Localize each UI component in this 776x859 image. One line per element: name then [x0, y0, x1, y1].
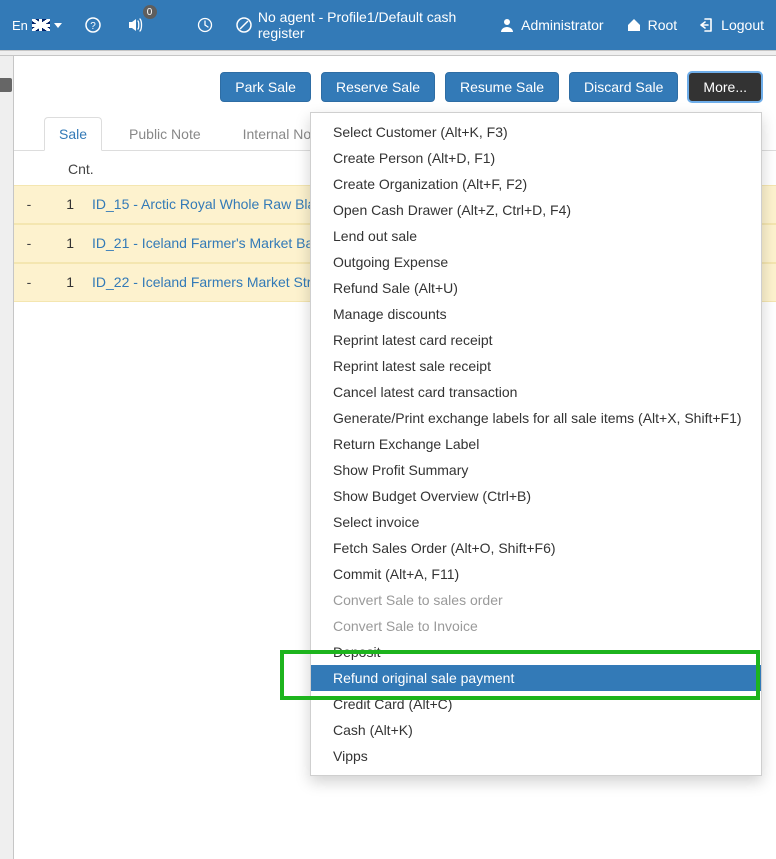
- menu-item[interactable]: Select invoice: [311, 509, 761, 535]
- language-selector[interactable]: En: [12, 18, 62, 33]
- history-icon: [197, 17, 213, 33]
- reserve-sale-button[interactable]: Reserve Sale: [321, 72, 435, 102]
- logout-label: Logout: [721, 17, 764, 33]
- menu-item: Convert Sale to Invoice: [311, 613, 761, 639]
- no-agent-icon: [236, 17, 252, 33]
- home-icon: [626, 17, 642, 33]
- menu-item[interactable]: Fetch Sales Order (Alt+O, Shift+F6): [311, 535, 761, 561]
- left-gutter: [0, 56, 14, 859]
- root-label: Root: [648, 17, 678, 33]
- menu-item[interactable]: Reprint latest card receipt: [311, 327, 761, 353]
- menu-item[interactable]: Select Customer (Alt+K, F3): [311, 119, 761, 145]
- user-icon: [499, 17, 515, 33]
- menu-item[interactable]: Lend out sale: [311, 223, 761, 249]
- menu-item[interactable]: Cancel latest card transaction: [311, 379, 761, 405]
- help-button[interactable]: ?: [80, 11, 105, 39]
- menu-item[interactable]: Manage discounts: [311, 301, 761, 327]
- history-button[interactable]: [193, 11, 218, 39]
- menu-item[interactable]: Create Person (Alt+D, F1): [311, 145, 761, 171]
- menu-item[interactable]: Credit Card (Alt+C): [311, 691, 761, 717]
- row-dash[interactable]: -: [20, 235, 38, 251]
- park-sale-button[interactable]: Park Sale: [220, 72, 311, 102]
- topbar-right: Administrator Root Logout: [499, 17, 764, 33]
- row-cnt: 1: [38, 196, 92, 212]
- language-label: En: [12, 18, 28, 33]
- tab-sale[interactable]: Sale: [44, 117, 102, 151]
- chevron-down-icon: [54, 23, 62, 28]
- more-button[interactable]: More...: [688, 72, 762, 102]
- logout-icon: [699, 17, 715, 33]
- discard-sale-button[interactable]: Discard Sale: [569, 72, 678, 102]
- menu-item[interactable]: Reprint latest sale receipt: [311, 353, 761, 379]
- tab-public-note[interactable]: Public Note: [114, 117, 216, 151]
- menu-item[interactable]: Refund Sale (Alt+U): [311, 275, 761, 301]
- menu-item[interactable]: Return Exchange Label: [311, 431, 761, 457]
- uk-flag-icon: [32, 19, 50, 31]
- root-link[interactable]: Root: [626, 17, 678, 33]
- menu-item[interactable]: Generate/Print exchange labels for all s…: [311, 405, 761, 431]
- more-dropdown: Select Customer (Alt+K, F3)Create Person…: [310, 112, 762, 776]
- menu-item[interactable]: Cash (Alt+K): [311, 717, 761, 743]
- menu-item[interactable]: Refund original sale payment: [311, 665, 761, 691]
- sound-button[interactable]: 0: [123, 11, 148, 39]
- gutter-handle[interactable]: [0, 78, 12, 92]
- menu-item[interactable]: Open Cash Drawer (Alt+Z, Ctrl+D, F4): [311, 197, 761, 223]
- user-menu[interactable]: Administrator: [499, 17, 603, 33]
- topbar: En ? 0 No agent - Profile1/Default cash …: [0, 0, 776, 50]
- agent-text: No agent - Profile1/Default cash registe…: [258, 9, 481, 41]
- menu-item: Convert Sale to sales order: [311, 587, 761, 613]
- action-row: Park Sale Reserve Sale Resume Sale Disca…: [14, 72, 776, 116]
- speaker-icon: [127, 16, 145, 34]
- menu-item[interactable]: Outgoing Expense: [311, 249, 761, 275]
- agent-info[interactable]: No agent - Profile1/Default cash registe…: [236, 9, 481, 41]
- logout-link[interactable]: Logout: [699, 17, 764, 33]
- row-cnt: 1: [38, 274, 92, 290]
- svg-text:?: ?: [90, 21, 96, 32]
- help-icon: ?: [85, 17, 101, 33]
- row-dash[interactable]: -: [20, 274, 38, 290]
- menu-item[interactable]: Commit (Alt+A, F11): [311, 561, 761, 587]
- row-cnt: 1: [38, 235, 92, 251]
- notification-badge: 0: [143, 5, 157, 19]
- menu-item[interactable]: Create Organization (Alt+F, F2): [311, 171, 761, 197]
- resume-sale-button[interactable]: Resume Sale: [445, 72, 559, 102]
- menu-item[interactable]: Deposit: [311, 639, 761, 665]
- menu-item[interactable]: Vipps: [311, 743, 761, 769]
- row-dash[interactable]: -: [20, 196, 38, 212]
- user-label: Administrator: [521, 17, 603, 33]
- menu-item[interactable]: Show Profit Summary: [311, 457, 761, 483]
- menu-item[interactable]: Show Budget Overview (Ctrl+B): [311, 483, 761, 509]
